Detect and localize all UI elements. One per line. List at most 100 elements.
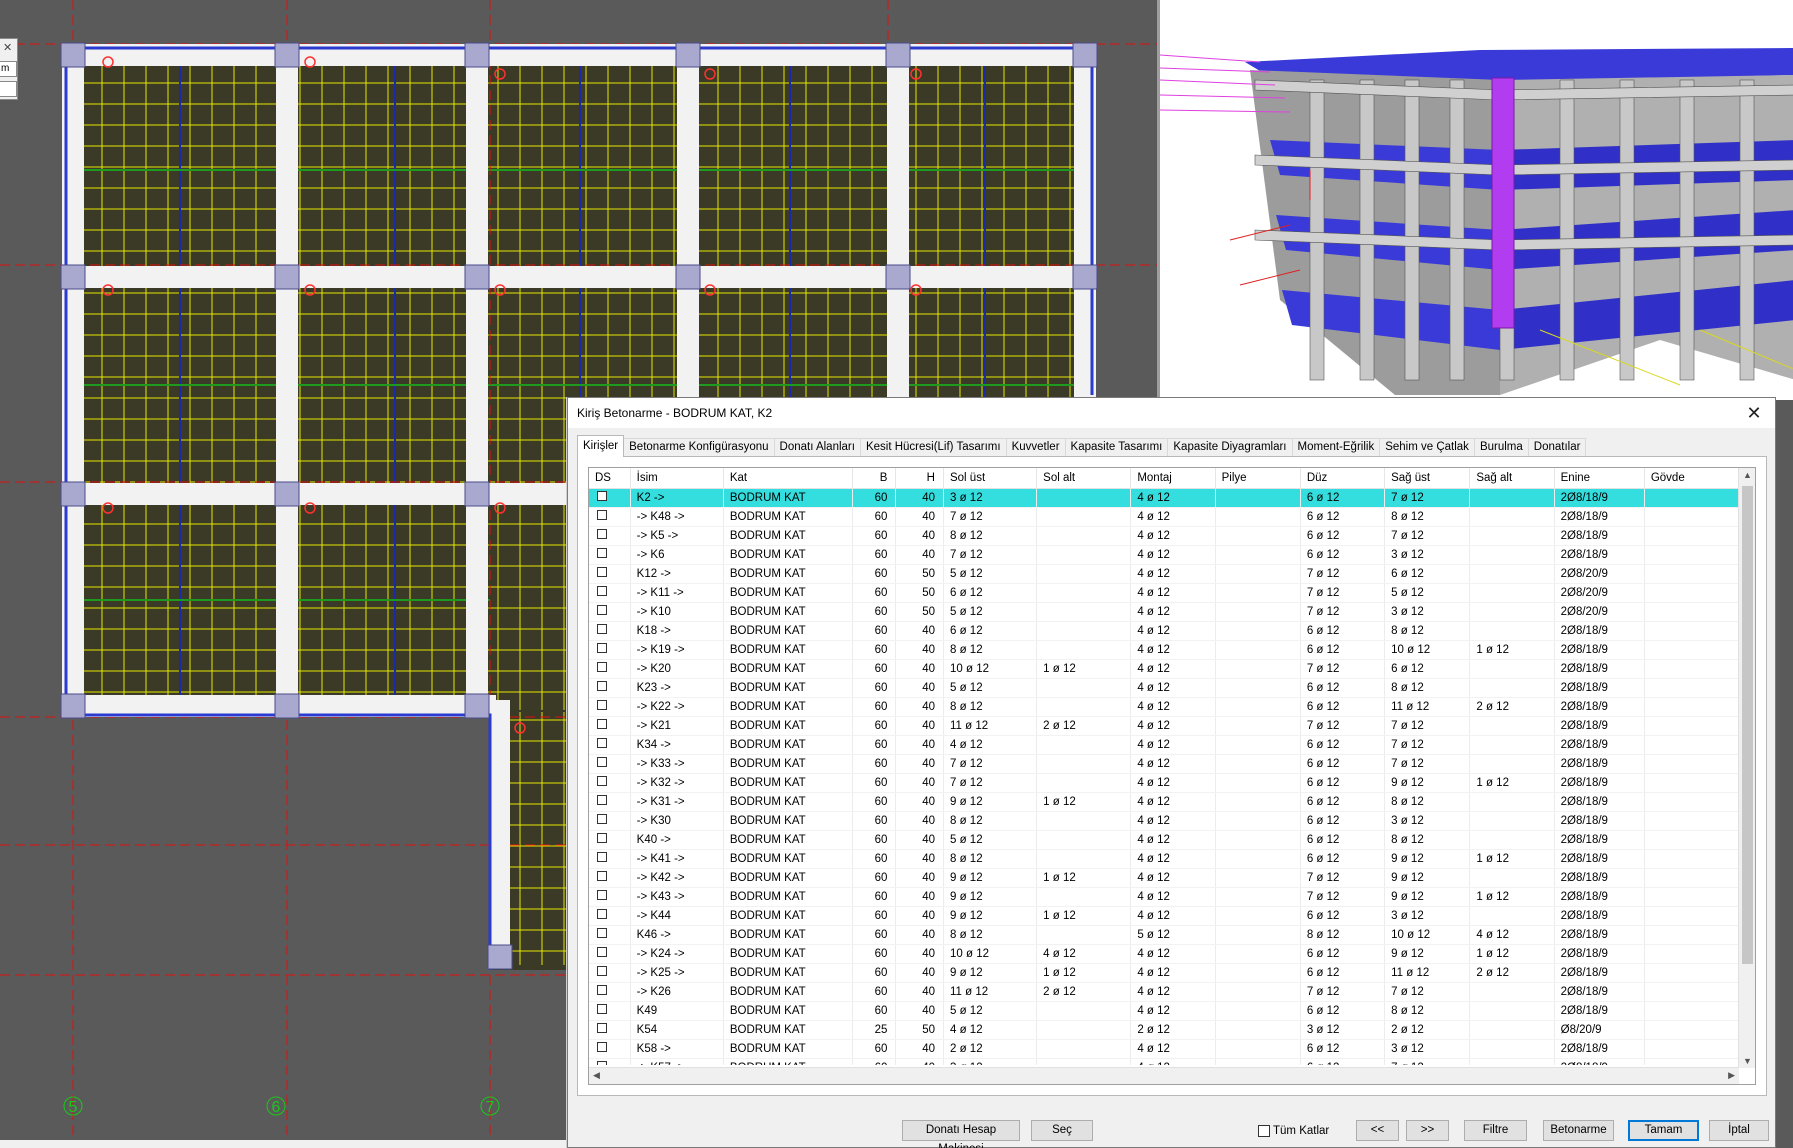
ds-cell[interactable] [589,831,631,849]
row-checkbox[interactable] [597,548,607,558]
table-row[interactable]: -> K32 -> BODRUM KAT 60 40 7 ø 12 4 ø 12 6 ø 1… [589,774,1739,793]
select-button[interactable]: Seç [1031,1120,1093,1141]
row-checkbox[interactable] [597,738,607,748]
ds-cell[interactable] [589,755,631,773]
ds-cell[interactable] [589,546,631,564]
row-checkbox[interactable] [597,700,607,710]
all-floors-checkbox[interactable]: Tüm Katlar [1258,1123,1329,1139]
close-icon[interactable]: ✕ [1743,402,1765,424]
ds-cell[interactable] [589,945,631,963]
table-row[interactable]: -> K25 -> BODRUM KAT 60 40 9 ø 12 1 ø 12 4 ø 1… [589,964,1739,983]
table-row[interactable]: K46 -> BODRUM KAT 60 40 8 ø 12 5 ø 12 8 ø 12 10… [589,926,1739,945]
ds-cell[interactable] [589,774,631,792]
ds-cell[interactable] [589,1040,631,1058]
table-row[interactable]: -> K42 -> BODRUM KAT 60 40 9 ø 12 1 ø 12 4 ø 1… [589,869,1739,888]
vertical-scrollbar[interactable]: ▲ ▼ [1738,468,1755,1068]
scroll-up-icon[interactable]: ▲ [1743,470,1752,480]
table-row[interactable]: -> K20 BODRUM KAT 60 40 10 ø 12 1 ø 12 4 ø 12 7… [589,660,1739,679]
dialog-titlebar[interactable]: Kiriş Betonarme - BODRUM KAT, K2 ✕ [568,398,1775,428]
row-checkbox[interactable] [597,928,607,938]
column-header[interactable]: Montaj [1131,468,1216,489]
table-row[interactable]: -> K44 BODRUM KAT 60 40 9 ø 12 1 ø 12 4 ø 12 6 … [589,907,1739,926]
ds-cell[interactable] [589,603,631,621]
table-row[interactable]: -> K43 -> BODRUM KAT 60 40 9 ø 12 4 ø 12 7 ø 1… [589,888,1739,907]
next-button[interactable]: >> [1406,1120,1449,1141]
scroll-thumb[interactable] [1742,486,1753,964]
table-row[interactable]: -> K21 BODRUM KAT 60 40 11 ø 12 2 ø 12 4 ø 12 7… [589,717,1739,736]
filter-button[interactable]: Filtre [1464,1120,1527,1141]
column-header[interactable]: İsim [631,468,724,489]
ds-cell[interactable] [589,1021,631,1039]
column-header[interactable]: H [896,468,944,489]
table-row[interactable]: K23 -> BODRUM KAT 60 40 5 ø 12 4 ø 12 6 ø 12 8 … [589,679,1739,698]
row-checkbox[interactable] [597,510,607,520]
table-row[interactable]: K34 -> BODRUM KAT 60 40 4 ø 12 4 ø 12 6 ø 12 7 … [589,736,1739,755]
ds-cell[interactable] [589,698,631,716]
3d-model-view[interactable] [1157,0,1793,400]
table-row[interactable]: -> K6 BODRUM KAT 60 40 7 ø 12 4 ø 12 6 ø 12 3 ø… [589,546,1739,565]
row-checkbox[interactable] [597,1004,607,1014]
table-row[interactable]: K12 -> BODRUM KAT 60 50 5 ø 12 4 ø 12 7 ø 12 6 … [589,565,1739,584]
row-checkbox[interactable] [597,795,607,805]
table-row[interactable]: -> K33 -> BODRUM KAT 60 40 7 ø 12 4 ø 12 6 ø 1… [589,755,1739,774]
row-checkbox[interactable] [597,605,607,615]
tab-7[interactable]: Moment-Eğrilik [1291,438,1381,457]
ds-cell[interactable] [589,527,631,545]
ds-cell[interactable] [589,508,631,526]
row-checkbox[interactable] [597,586,607,596]
scroll-left-icon[interactable]: ◀ [593,1070,600,1081]
tab-0[interactable]: Kirişler [577,435,625,457]
row-checkbox[interactable] [597,814,607,824]
row-checkbox[interactable] [597,624,607,634]
table-row[interactable]: K18 -> BODRUM KAT 60 40 6 ø 12 4 ø 12 6 ø 12 8 … [589,622,1739,641]
table-row[interactable]: -> K30 BODRUM KAT 60 40 8 ø 12 4 ø 12 6 ø 12 3 … [589,812,1739,831]
row-checkbox[interactable] [597,890,607,900]
ds-cell[interactable] [589,622,631,640]
row-checkbox[interactable] [597,662,607,672]
ds-cell[interactable] [589,736,631,754]
row-checkbox[interactable] [597,947,607,957]
table-row[interactable]: -> K41 -> BODRUM KAT 60 40 8 ø 12 4 ø 12 6 ø 1… [589,850,1739,869]
row-checkbox[interactable] [597,776,607,786]
ds-cell[interactable] [589,1059,631,1065]
tab-3[interactable]: Kesit Hücresi(Lif) Tasarımı [859,438,1007,457]
ds-cell[interactable] [589,812,631,830]
table-row[interactable]: -> K26 BODRUM KAT 60 40 11 ø 12 2 ø 12 4 ø 12 7… [589,983,1739,1002]
ds-cell[interactable] [589,679,631,697]
previous-button[interactable]: << [1356,1120,1399,1141]
row-checkbox[interactable] [597,1023,607,1033]
row-checkbox[interactable] [597,643,607,653]
ok-button[interactable]: Tamam [1628,1120,1699,1141]
horizontal-scrollbar[interactable]: ◀ ▶ [589,1067,1739,1084]
table-row[interactable]: K49 BODRUM KAT 60 40 5 ø 12 4 ø 12 6 ø 12 8 ø 1… [589,1002,1739,1021]
tab-9[interactable]: Burulma [1473,438,1529,457]
tab-8[interactable]: Sehim ve Çatlak [1379,438,1475,457]
tab-4[interactable]: Kuvvetler [1005,438,1066,457]
cancel-button[interactable]: İptal [1709,1120,1769,1141]
table-row[interactable]: -> K22 -> BODRUM KAT 60 40 8 ø 12 4 ø 12 6 ø 1… [589,698,1739,717]
table-row[interactable]: -> K19 -> BODRUM KAT 60 40 8 ø 12 4 ø 12 6 ø 1… [589,641,1739,660]
ds-cell[interactable] [589,964,631,982]
table-row[interactable]: K54 BODRUM KAT 25 50 4 ø 12 2 ø 12 3 ø 12 2 ø 1… [589,1021,1739,1040]
table-row[interactable]: -> K10 BODRUM KAT 60 50 5 ø 12 4 ø 12 7 ø 12 3 … [589,603,1739,622]
ds-cell[interactable] [589,717,631,735]
row-checkbox[interactable] [597,567,607,577]
all-floors-checkbox-box[interactable] [1258,1125,1270,1137]
table-row[interactable]: -> K31 -> BODRUM KAT 60 40 9 ø 12 1 ø 12 4 ø 1… [589,793,1739,812]
tab-1[interactable]: Betonarme Konfigürasyonu [623,438,775,457]
ds-cell[interactable] [589,926,631,944]
row-checkbox[interactable] [597,1061,607,1065]
reinforce-button[interactable]: Betonarme [1543,1120,1614,1141]
row-checkbox[interactable] [597,833,607,843]
ds-cell[interactable] [589,850,631,868]
row-checkbox[interactable] [597,719,607,729]
3d-model-drawing[interactable] [1160,0,1793,400]
column-header[interactable]: Gövde [1645,468,1739,489]
ds-cell[interactable] [589,793,631,811]
row-checkbox[interactable] [597,985,607,995]
table-row[interactable]: -> K57 ->BODRUM KAT60403 ø 12 4 ø 12 6 ø 1… [589,1059,1739,1065]
row-checkbox[interactable] [597,491,607,501]
row-checkbox[interactable] [597,529,607,539]
ds-cell[interactable] [589,584,631,602]
row-checkbox[interactable] [597,681,607,691]
